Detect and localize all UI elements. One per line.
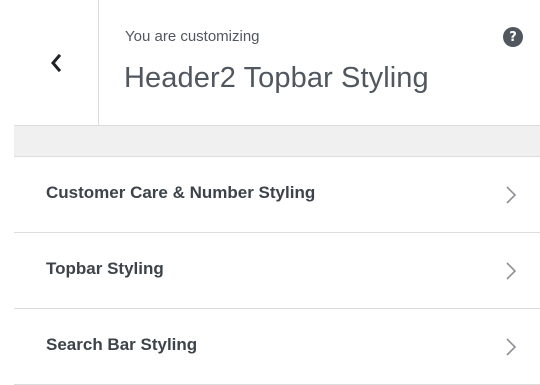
customizing-label: You are customizing (125, 28, 260, 45)
chevron-right-icon (506, 338, 517, 356)
section-item-label: Topbar Styling (46, 259, 164, 278)
customizer-panel: You are customizing Header2 Topbar Styli… (14, 0, 540, 385)
section-item-search-bar-styling[interactable]: Search Bar Styling (14, 309, 540, 385)
section-list: Customer Care & Number Styling Topbar St… (14, 157, 540, 385)
section-separator-band (14, 126, 540, 157)
help-button[interactable]: ? (503, 27, 523, 47)
customizer-header: You are customizing Header2 Topbar Styli… (14, 0, 540, 126)
section-item-label: Customer Care & Number Styling (46, 183, 316, 202)
chevron-right-icon (506, 186, 517, 204)
section-title: Header2 Topbar Styling (124, 62, 429, 94)
section-item-label: Search Bar Styling (46, 335, 198, 354)
back-button[interactable] (14, 0, 99, 125)
question-mark-icon: ? (509, 29, 517, 45)
chevron-left-icon (50, 53, 62, 72)
chevron-right-icon (506, 262, 517, 280)
section-item-customer-care[interactable]: Customer Care & Number Styling (14, 157, 540, 233)
section-item-topbar-styling[interactable]: Topbar Styling (14, 233, 540, 309)
